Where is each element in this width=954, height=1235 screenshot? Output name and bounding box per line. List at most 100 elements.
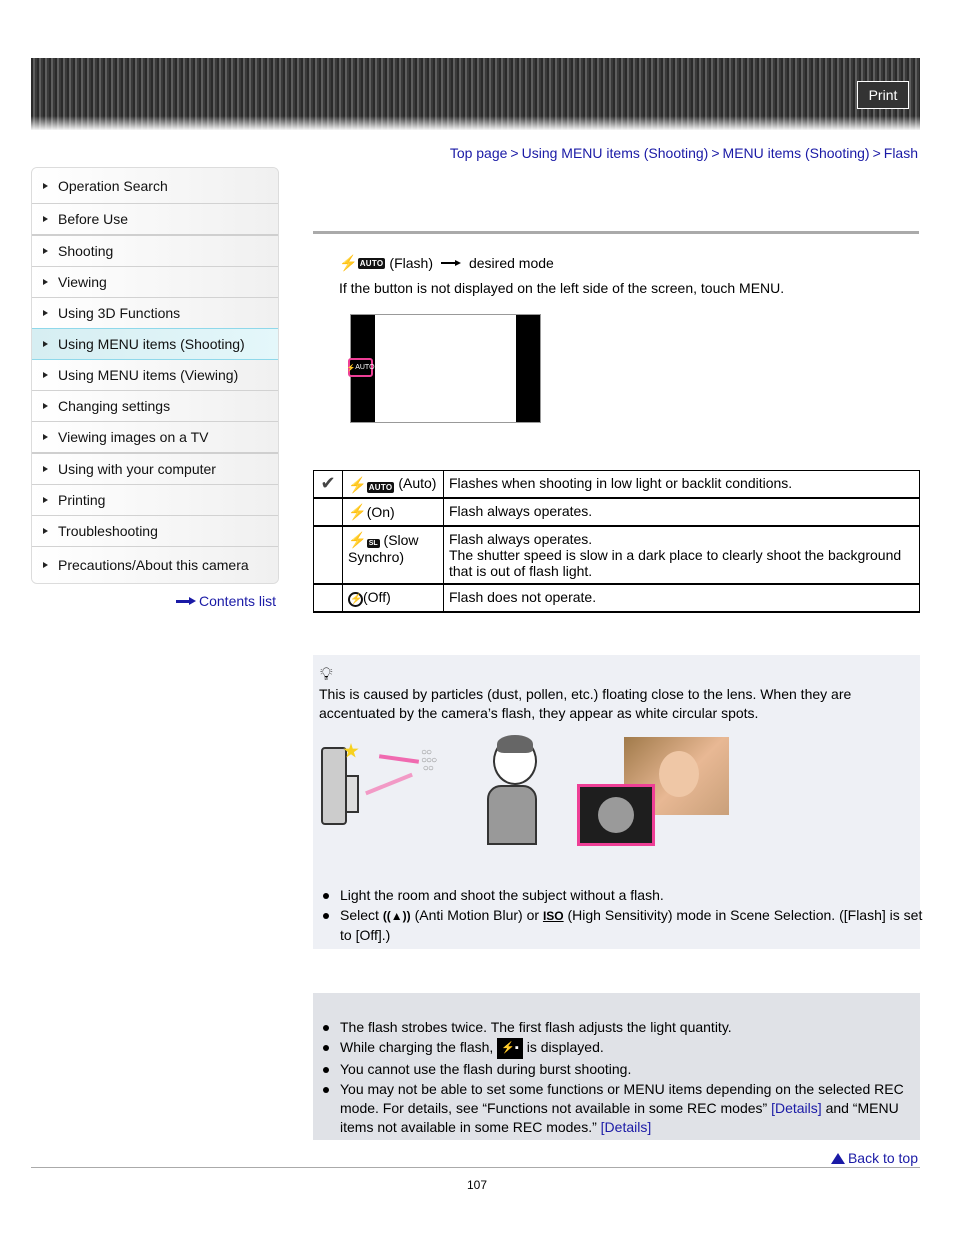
- sidebar-item-before-use[interactable]: Before Use: [32, 204, 278, 236]
- sidebar-item-using-menu-items-shooting[interactable]: Using MENU items (Shooting): [32, 328, 278, 360]
- sidebar-item-label: Changing settings: [58, 398, 171, 414]
- mode-name: (On): [366, 504, 395, 520]
- list-item: Select ((▲)) (Anti Motion Blur) or ISO (…: [323, 906, 935, 945]
- table-row: ✔ ⚡ AUTO (Auto) Flashes when shooting in …: [313, 470, 920, 499]
- sidebar-item-label: Printing: [58, 492, 106, 508]
- notes-list: The flash strobes twice. The first flash…: [321, 1018, 932, 1138]
- breadcrumb-using-menu-items-shooting[interactable]: Using MENU items (Shooting): [522, 145, 709, 161]
- mode-cell: ⚡ SL (Slow Synchro): [342, 525, 444, 585]
- description-cell: Flash always operates. The shutter speed …: [443, 525, 920, 585]
- table-row: ⚡ SL (Slow Synchro) Flash always operates…: [313, 525, 920, 585]
- sidebar-item-viewing[interactable]: Viewing: [32, 267, 278, 298]
- flash-off-icon: ⚡: [348, 592, 363, 607]
- description-cell: Flashes when shooting in low light or ba…: [443, 470, 920, 499]
- hint-box: 💡︎ This is caused by particles (dust, po…: [313, 655, 922, 949]
- sidebar-item-label: Using MENU items (Viewing): [58, 367, 239, 383]
- triangle-right-icon: [43, 279, 48, 285]
- default-cell: ✔: [313, 470, 343, 499]
- breadcrumb: Top page > Using MENU items (Shooting) > MEN…: [450, 145, 918, 161]
- page-number: 107: [466, 1178, 488, 1192]
- sidebar-item-using-3d-functions[interactable]: Using 3D Functions: [32, 298, 278, 329]
- camera-screen-illustration: ⚡ AUTO: [346, 314, 541, 423]
- triangle-right-icon: [43, 216, 48, 222]
- triangle-right-icon: [43, 341, 48, 347]
- sidebar-item-label: Precautions/About this camera: [58, 557, 249, 573]
- sidebar-item-printing[interactable]: Printing: [32, 485, 278, 516]
- high-sensitivity-icon: ISO: [542, 909, 564, 923]
- sidebar-item-troubleshooting[interactable]: Troubleshooting: [32, 516, 278, 547]
- hint-text: This is caused by particles (dust, polle…: [319, 686, 852, 721]
- triangle-right-icon: [43, 182, 48, 189]
- flash-auto-icon: ⚡ AUTO: [339, 254, 386, 272]
- mode-name: (Auto): [398, 475, 437, 491]
- anti-motion-blur-icon: ((▲)): [382, 909, 411, 923]
- list-item: While charging the flash, ⚡▪ is displaye…: [323, 1038, 932, 1059]
- mode-cell: ⚡(On): [342, 497, 444, 527]
- default-cell: [313, 525, 343, 585]
- flash-auto-icon: ⚡: [346, 364, 356, 372]
- screen-right-bar: [516, 315, 540, 422]
- step-note: If the button is not displayed on the le…: [339, 280, 785, 296]
- back-to-top-label[interactable]: Back to top: [848, 1150, 918, 1166]
- sidebar-item-label: Troubleshooting: [58, 523, 158, 539]
- sidebar-item-label: Using 3D Functions: [58, 305, 181, 321]
- sidebar-item-label: Before Use: [58, 211, 129, 227]
- triangle-right-icon: [43, 403, 48, 409]
- screen-icon-label: AUTO: [355, 364, 375, 371]
- details-link[interactable]: [Details]: [601, 1119, 652, 1135]
- flash-charging-icon: ⚡▪: [497, 1038, 523, 1059]
- triangle-right-icon: [43, 466, 48, 472]
- hint-list: Light the room and shoot the subject wit…: [321, 886, 935, 946]
- photo-face: [659, 751, 699, 797]
- sidebar-item-label: Using MENU items (Shooting): [58, 336, 245, 352]
- step-text: (Flash): [389, 255, 433, 271]
- breadcrumb-top-page[interactable]: Top page: [450, 145, 508, 161]
- breadcrumb-separator: >: [510, 145, 519, 161]
- triangle-right-icon: [43, 310, 48, 316]
- triangle-up-icon: [830, 1152, 845, 1164]
- sidebar-item-operation-search[interactable]: Operation Search: [32, 168, 278, 204]
- step-result: desired mode: [468, 255, 554, 271]
- list-item: You may not be able to set some function…: [323, 1080, 932, 1137]
- description-cell: Flash always operates.: [443, 497, 920, 527]
- triangle-right-icon: [43, 497, 48, 503]
- camera-lens-illustration: [345, 775, 359, 813]
- triangle-right-icon: [43, 372, 48, 378]
- triangle-right-icon: [43, 434, 48, 440]
- triangle-right-icon: [43, 248, 48, 254]
- mode-description: The shutter speed is slow in a dark plac…: [449, 547, 902, 579]
- table-row: ⚡(Off) Flash does not operate.: [313, 583, 920, 613]
- details-link[interactable]: [Details]: [771, 1100, 822, 1116]
- sidebar-item-using-with-computer[interactable]: Using with your computer: [32, 454, 278, 485]
- back-to-top-link[interactable]: Back to top: [830, 1150, 918, 1166]
- sidebar-item-using-menu-items-viewing[interactable]: Using MENU items (Viewing): [32, 360, 278, 391]
- sidebar-item-changing-settings[interactable]: Changing settings: [32, 391, 278, 422]
- breadcrumb-flash[interactable]: Flash: [884, 145, 918, 161]
- arrow-icon: [378, 754, 420, 764]
- default-cell: [313, 497, 343, 527]
- particles-icon: ○○ ○○○ ○○: [421, 747, 437, 774]
- dust-illustration: ○○ ○○○ ○○: [319, 735, 739, 849]
- camera-illustration: [321, 747, 347, 825]
- triangle-right-icon: [43, 528, 48, 534]
- sidebar-item-label: Viewing: [58, 274, 107, 290]
- arrow-right-icon: [176, 597, 196, 605]
- boy-illustration: [487, 735, 547, 845]
- triangle-right-icon: [43, 562, 48, 568]
- table-row: ⚡(On) Flash always operates.: [313, 497, 920, 527]
- breadcrumb-separator: >: [711, 145, 720, 161]
- section-divider: [313, 231, 919, 234]
- sidebar-item-precautions[interactable]: Precautions/About this camera: [32, 547, 278, 583]
- sidebar-item-shooting[interactable]: Shooting: [32, 236, 278, 267]
- list-item: The flash strobes twice. The first flash…: [323, 1018, 932, 1037]
- sidebar-item-label: Using with your computer: [58, 461, 216, 477]
- contents-list-label[interactable]: Contents list: [199, 593, 276, 609]
- contents-list-link[interactable]: Contents list: [176, 593, 276, 609]
- sidebar-item-label: Viewing images on a TV: [58, 429, 209, 445]
- sidebar-item-viewing-images-on-tv[interactable]: Viewing images on a TV: [32, 422, 278, 454]
- print-button[interactable]: Print: [857, 81, 909, 109]
- flash-auto-icon: ⚡ AUTO: [348, 477, 395, 494]
- breadcrumb-menu-items-shooting[interactable]: MENU items (Shooting): [723, 145, 870, 161]
- mode-description: Flash always operates.: [449, 503, 593, 519]
- mode-name: (Off): [363, 589, 391, 605]
